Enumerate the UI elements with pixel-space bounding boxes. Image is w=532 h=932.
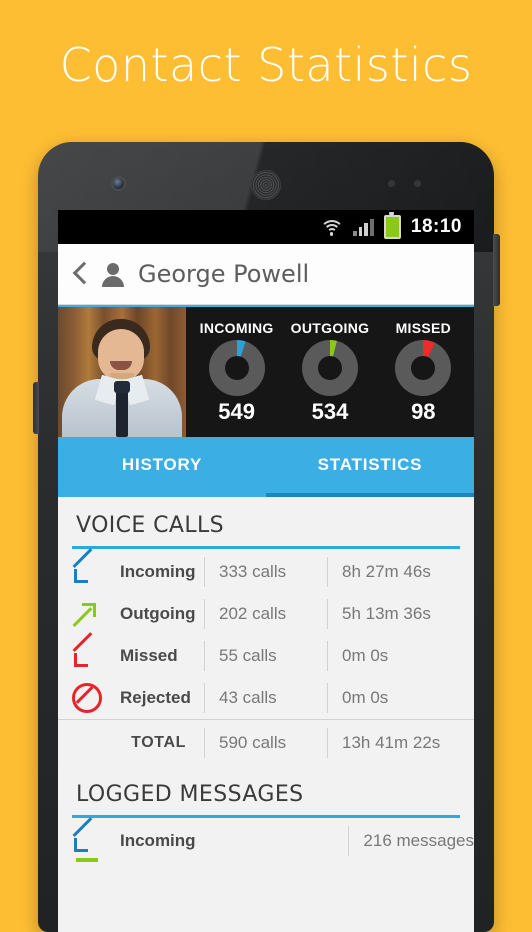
table-row-total: TOTAL 590 calls 13h 41m 22s <box>58 719 474 766</box>
phone-device: 18:10 George Powell INCOMING 549 OUTGOIN… <box>33 142 500 932</box>
total-label: TOTAL <box>131 734 186 751</box>
wifi-icon <box>319 219 344 236</box>
row-count: 333 calls <box>204 557 327 587</box>
section-title-voice-calls: VOICE CALLS <box>76 513 225 538</box>
tab-history[interactable]: HISTORY <box>58 437 266 497</box>
section-title-logged-messages: LOGGED MESSAGES <box>76 782 304 807</box>
action-bar: George Powell <box>58 244 474 305</box>
section-rule <box>72 546 460 549</box>
total-duration: 13h 41m 22s <box>327 728 474 758</box>
donut-outgoing: OUTGOING 534 <box>284 320 376 425</box>
donut-value: 549 <box>218 398 256 424</box>
donut-missed: MISSED 98 <box>377 320 469 425</box>
row-duration: 0m 0s <box>327 641 474 671</box>
row-label: Outgoing <box>120 604 196 623</box>
row-count: 43 calls <box>204 683 327 713</box>
total-count: 590 calls <box>204 728 327 758</box>
table-row[interactable]: Rejected 43 calls 0m 0s <box>58 677 474 719</box>
table-row[interactable]: Incoming 333 calls 8h 27m 46s <box>58 548 474 593</box>
tab-bar: HISTORY STATISTICS <box>58 437 474 497</box>
front-camera-icon <box>113 178 124 189</box>
statistics-content[interactable]: VOICE CALLS Incoming 333 calls 8h 27m 46… <box>58 497 474 932</box>
table-row[interactable]: Outgoing 202 calls 5h 13m 36s <box>58 593 474 635</box>
table-row[interactable]: Incoming 216 messages <box>58 817 474 862</box>
phone-screen: 18:10 George Powell INCOMING 549 OUTGOIN… <box>58 210 474 932</box>
back-chevron-icon[interactable] <box>72 261 88 287</box>
donut-label: MISSED <box>395 319 452 336</box>
tab-statistics[interactable]: STATISTICS <box>266 437 474 497</box>
promo-title: Contact Statistics <box>59 38 473 92</box>
row-count: 202 calls <box>204 599 327 629</box>
row-label: Incoming <box>120 562 196 581</box>
proximity-sensor-icon <box>388 180 440 189</box>
donut-value: 98 <box>411 398 436 424</box>
status-bar: 18:10 <box>58 210 474 244</box>
outgoing-arrow-icon-partial <box>76 858 98 862</box>
incoming-arrow-icon <box>72 817 116 854</box>
incoming-arrow-icon <box>72 548 116 585</box>
row-label: Incoming <box>120 831 196 850</box>
volume-button[interactable] <box>33 382 39 434</box>
person-icon <box>100 261 126 287</box>
signal-icon <box>352 218 374 236</box>
missed-arrow-icon <box>72 632 116 669</box>
outgoing-arrow-icon <box>72 601 116 627</box>
donut-chart-missed <box>395 339 452 396</box>
row-label: Missed <box>120 646 178 665</box>
donut-incoming: INCOMING 549 <box>191 320 283 425</box>
row-count: 216 messages <box>348 826 474 856</box>
donut-value: 534 <box>311 398 349 424</box>
status-clock: 18:10 <box>410 216 462 237</box>
table-row[interactable]: Missed 55 calls 0m 0s <box>58 632 474 677</box>
donut-label: INCOMING <box>199 319 274 336</box>
summary-panel: INCOMING 549 OUTGOING 534 MISSED 98 <box>58 305 474 437</box>
contact-photo[interactable] <box>58 307 186 437</box>
donut-label: OUTGOING <box>290 319 370 336</box>
rejected-ban-icon <box>72 683 116 713</box>
section-rule <box>72 815 460 818</box>
donut-chart-incoming <box>208 339 265 396</box>
donut-chart-outgoing <box>301 339 358 396</box>
row-duration: 8h 27m 46s <box>327 557 474 587</box>
power-button[interactable] <box>493 234 500 306</box>
row-label: Rejected <box>120 688 191 707</box>
earpiece-speaker-icon <box>251 170 281 200</box>
row-duration: 0m 0s <box>327 683 474 713</box>
battery-icon <box>383 212 401 239</box>
contact-name: George Powell <box>138 260 310 288</box>
donut-stats: INCOMING 549 OUTGOING 534 MISSED 98 <box>186 307 474 437</box>
row-duration: 5h 13m 36s <box>327 599 474 629</box>
row-count: 55 calls <box>204 641 327 671</box>
